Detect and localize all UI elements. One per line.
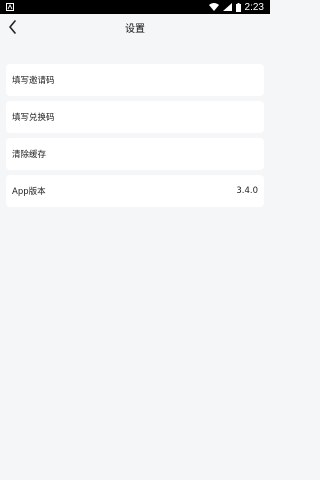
chevron-left-icon <box>9 20 16 34</box>
page-title: 设置 <box>125 23 145 35</box>
settings-item-label: 清除缓存 <box>12 150 47 160</box>
app-version-value: 3.4.0 <box>236 186 258 196</box>
status-left <box>6 3 14 11</box>
back-button[interactable] <box>4 18 22 36</box>
wifi-icon <box>208 3 219 11</box>
settings-list: 填写邀请码 填写兑换码 清除缓存 App版本 3.4.0 <box>0 64 270 207</box>
settings-item-label: 填写邀请码 <box>12 76 55 86</box>
settings-item-label: App版本 <box>12 187 46 197</box>
settings-item-app-version: App版本 3.4.0 <box>6 175 264 207</box>
settings-item-redeem-code[interactable]: 填写兑换码 <box>6 101 264 133</box>
settings-item-invite-code[interactable]: 填写邀请码 <box>6 64 264 96</box>
status-right: 2:23 <box>208 1 264 13</box>
nav-bar: 设置 <box>0 14 270 40</box>
android-notification-icon <box>6 3 14 11</box>
settings-item-clear-cache[interactable]: 清除缓存 <box>6 138 264 170</box>
status-time: 2:23 <box>244 1 264 13</box>
signal-icon <box>222 3 232 11</box>
settings-item-label: 填写兑换码 <box>12 113 55 123</box>
battery-icon <box>235 2 241 12</box>
status-bar: 2:23 <box>0 0 270 14</box>
